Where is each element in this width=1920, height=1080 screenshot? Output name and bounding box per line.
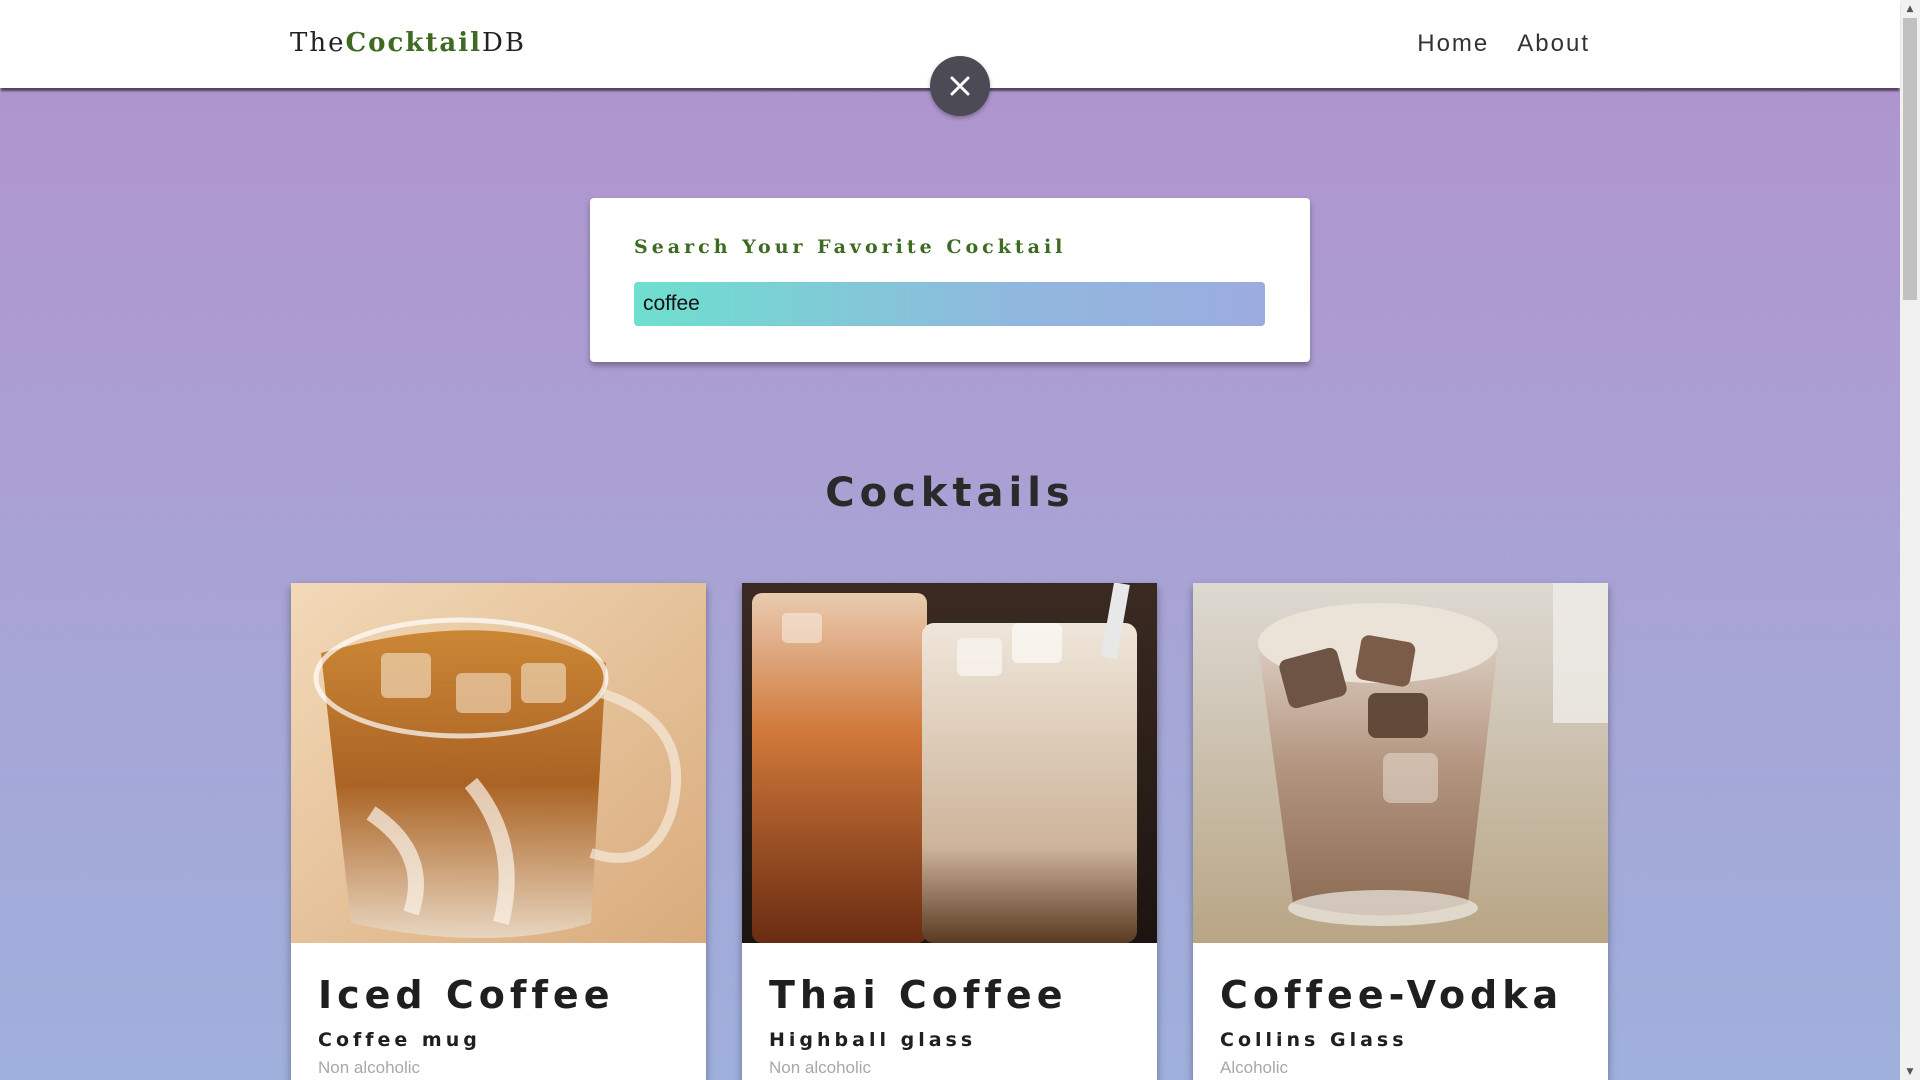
search-label: Search Your Favorite Cocktail: [634, 236, 1067, 258]
cocktail-name: Thai Coffee: [769, 973, 1068, 1017]
cocktail-glass: Highball glass: [769, 1029, 977, 1051]
scroll-up-arrow-icon[interactable]: ▲: [1900, 0, 1920, 17]
search-panel: Search Your Favorite Cocktail: [590, 198, 1310, 362]
nav-link-home[interactable]: Home: [1417, 30, 1489, 58]
scrollbar-thumb[interactable]: [1903, 18, 1917, 300]
cocktail-card[interactable]: Coffee-Vodka Collins Glass Alcoholic: [1193, 583, 1608, 1080]
close-button[interactable]: [930, 56, 990, 116]
cocktail-image: [742, 583, 1157, 943]
logo-prefix: The: [290, 28, 346, 58]
cocktail-name: Coffee-Vodka: [1220, 973, 1564, 1017]
search-input[interactable]: [634, 282, 1265, 326]
nav-link-about[interactable]: About: [1517, 30, 1590, 58]
scroll-down-arrow-icon[interactable]: ▼: [1900, 1063, 1920, 1080]
nav-links: Home About: [1417, 30, 1590, 58]
close-icon: [950, 76, 970, 96]
logo-suffix: DB: [481, 28, 526, 58]
cocktail-image: [1193, 583, 1608, 943]
cocktail-glass: Collins Glass: [1220, 1029, 1408, 1051]
vertical-scrollbar[interactable]: ▲ ▼: [1900, 0, 1920, 1080]
cocktail-alcoholic: Alcoholic: [1220, 1058, 1289, 1077]
logo-accent: Cocktail: [345, 28, 482, 58]
site-logo[interactable]: TheCocktailDB: [290, 28, 526, 58]
cocktail-card[interactable]: Thai Coffee Highball glass Non alcoholic: [742, 583, 1157, 1080]
cocktail-alcoholic: Non alcoholic: [318, 1058, 421, 1077]
cocktail-glass: Coffee mug: [318, 1029, 481, 1051]
cocktail-name: Iced Coffee: [318, 973, 615, 1017]
section-title: Cocktails: [825, 470, 1075, 516]
cocktail-card[interactable]: Iced Coffee Coffee mug Non alcoholic: [291, 583, 706, 1080]
cocktail-alcoholic: Non alcoholic: [769, 1058, 872, 1077]
cocktail-image: [291, 583, 706, 943]
